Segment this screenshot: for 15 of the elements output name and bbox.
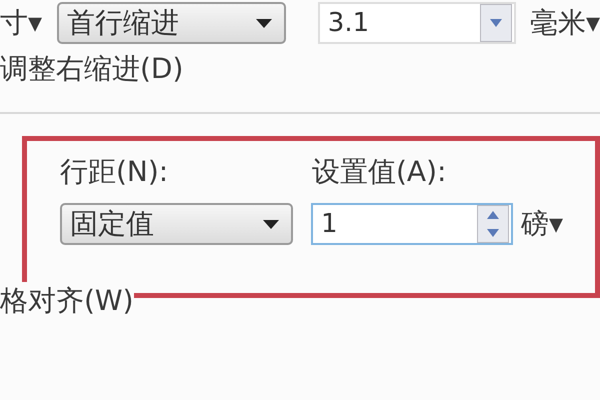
field-label: 寸▾: [0, 5, 44, 41]
spin-down-icon[interactable]: [487, 229, 499, 237]
dropdown[interactable]: 固定值: [60, 203, 293, 245]
unit-dropdown[interactable]: 毫米▾: [530, 4, 600, 42]
dropdown-caret-icon: [256, 18, 272, 28]
number-field[interactable]: 1: [311, 203, 513, 245]
spin-up-icon[interactable]: [487, 211, 499, 219]
dropdown-caret-icon: [263, 220, 279, 228]
number-field[interactable]: 3.1: [318, 2, 516, 44]
dropdown[interactable]: 首行缩进: [57, 2, 286, 44]
field-label: 行距(N):: [60, 154, 170, 190]
spin-down-icon[interactable]: [490, 19, 502, 27]
option-label: 调整右缩进(D): [0, 51, 184, 87]
unit-dropdown[interactable]: 磅▾: [521, 205, 564, 243]
field-label: 设置值(A):: [312, 154, 446, 190]
